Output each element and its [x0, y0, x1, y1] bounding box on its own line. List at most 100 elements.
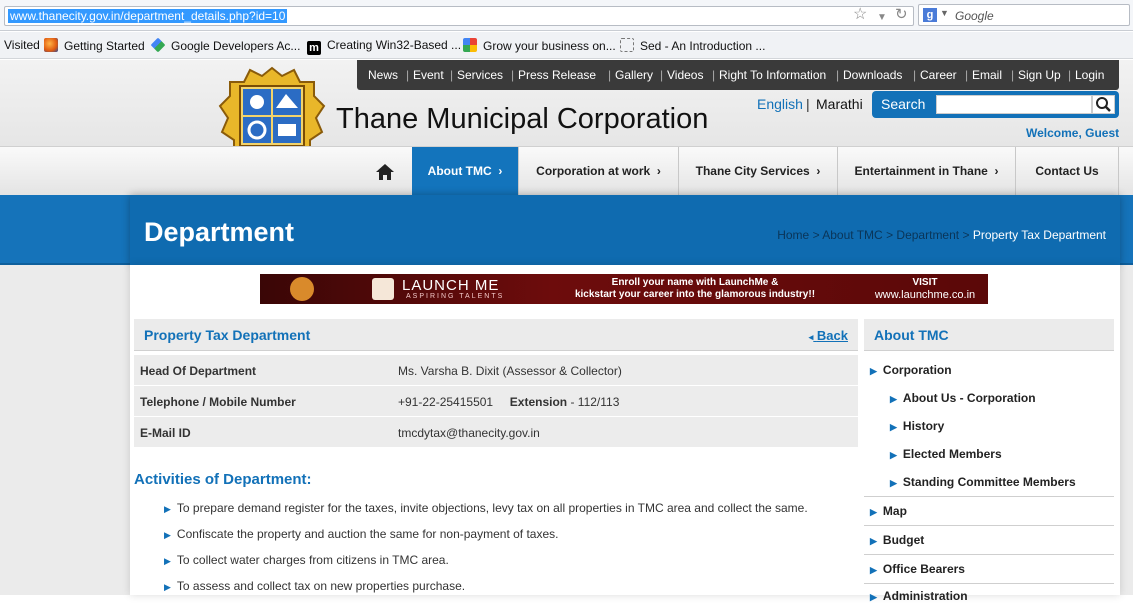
back-link[interactable]: ◂ Back — [809, 328, 848, 343]
top-nav-separator: | — [712, 68, 716, 82]
breadcrumb-separator: > — [886, 228, 894, 242]
bullet-arrow-icon: ▶ — [890, 450, 897, 460]
top-nav-gallery[interactable]: Gallery — [615, 68, 653, 82]
bookmark-getting-started[interactable]: Getting Started — [44, 38, 145, 53]
bullet-arrow-icon: ▶ — [164, 504, 171, 514]
sidebar-item-label: Office Bearers — [882, 562, 965, 576]
top-nav-separator: | — [1011, 68, 1015, 82]
ad-url: www.launchme.co.in — [874, 289, 976, 301]
sidebar-divider — [864, 496, 1114, 497]
nav-contact-us[interactable]: Contact Us — [1015, 147, 1119, 196]
google-search-engine-icon[interactable]: g — [923, 8, 937, 22]
reload-icon[interactable]: ↻ — [895, 7, 908, 22]
top-nav-services[interactable]: Services — [457, 68, 503, 82]
bullet-arrow-icon: ▶ — [890, 478, 897, 488]
sidebar-item-label: History — [902, 419, 945, 433]
site-header: News | Event | Services | Press Release | Galler… — [0, 60, 1133, 182]
sidebar-item-budget[interactable]: ▶ Budget — [870, 533, 924, 547]
bookmark-label: Getting Started — [64, 39, 145, 53]
bookmark-grow-business[interactable]: Grow your business on... — [463, 38, 616, 53]
sidebar-item-about-us-corporation[interactable]: ▶ About Us - Corporation — [890, 391, 1036, 405]
chevron-left-icon: ◂ — [808, 332, 814, 342]
bookmark-star-icon[interactable]: ☆ — [853, 7, 867, 23]
top-nav-separator: | — [836, 68, 840, 82]
top-nav-separator: | — [406, 68, 410, 82]
breadcrumb-about-tmc[interactable]: About TMC — [822, 228, 882, 242]
search-engine-dropdown-icon[interactable]: ▼ — [940, 8, 949, 18]
bullet-arrow-icon: ▶ — [870, 565, 877, 575]
bookmark-label: Creating Win32-Based ... — [327, 38, 462, 52]
info-key: Head Of Department — [140, 364, 257, 378]
top-nav-sign-up[interactable]: Sign Up — [1018, 68, 1061, 82]
nav-about-tmc[interactable]: About TMC › — [412, 147, 518, 196]
bookmark-creating-win32[interactable]: m Creating Win32-Based ... — [307, 38, 461, 55]
bullet-arrow-icon: ▶ — [890, 394, 897, 404]
activity-text: To prepare demand register for the taxes… — [176, 501, 808, 515]
nav-home[interactable] — [358, 147, 411, 196]
sidebar-item-corporation[interactable]: ▶ Corporation — [870, 363, 952, 377]
top-nav-separator: | — [913, 68, 917, 82]
activities-title: Activities of Department: — [134, 471, 312, 488]
language-marathi-link[interactable]: Marathi — [816, 96, 863, 112]
bookmark-google-developers[interactable]: Google Developers Ac... — [150, 37, 300, 53]
nav-label: About TMC — [427, 164, 492, 178]
site-title: Thane Municipal Corporation — [336, 103, 709, 135]
info-value: Ms. Varsha B. Dixit (Assessor & Collecto… — [398, 364, 622, 378]
nav-corporation-at-work[interactable]: Corporation at work › — [518, 147, 678, 196]
nav-entertainment-in-thane[interactable]: Entertainment in Thane › — [837, 147, 1015, 196]
top-nav-separator: | — [1068, 68, 1072, 82]
dropdown-arrow-icon[interactable]: ▼ — [877, 12, 887, 24]
top-navigation: News | Event | Services | Press Release | Galler… — [357, 60, 1119, 90]
sidebar-item-history[interactable]: ▶ History — [890, 419, 944, 433]
browser-search-field[interactable]: g ▼ Google — [918, 4, 1130, 26]
bullet-arrow-icon: ▶ — [164, 530, 171, 540]
bullet-arrow-icon: ▶ — [870, 507, 877, 517]
language-english-link[interactable]: English — [757, 96, 803, 112]
top-nav-videos[interactable]: Videos — [667, 68, 703, 82]
telephone-number: +91-22-25415501 — [398, 395, 494, 409]
nav-label: Entertainment in Thane — [854, 164, 988, 178]
top-nav-login[interactable]: Login — [1075, 68, 1104, 82]
website: News | Event | Services | Press Release | Galler… — [0, 60, 1133, 603]
home-icon — [375, 164, 394, 180]
site-search-button[interactable] — [1092, 95, 1115, 114]
sidebar-item-administration[interactable]: ▶ Administration — [870, 589, 968, 603]
activity-item: ▶ Confiscate the property and auction the… — [164, 527, 558, 541]
top-nav-separator: | — [660, 68, 664, 82]
breadcrumb-department[interactable]: Department — [896, 228, 959, 242]
top-nav-email[interactable]: Email — [972, 68, 1002, 82]
bullet-arrow-icon: ▶ — [870, 536, 877, 546]
bookmark-label: Visited — [4, 38, 40, 52]
page-title: Department — [144, 217, 295, 247]
breadcrumb-home[interactable]: Home — [777, 228, 809, 242]
top-nav-career[interactable]: Career — [920, 68, 957, 82]
sidebar-divider — [864, 554, 1114, 555]
bookmark-sed-introduction[interactable]: Sed - An Introduction ... — [620, 38, 765, 53]
address-bar[interactable]: www.thanecity.gov.in/department_details.… — [4, 6, 914, 26]
top-nav-event[interactable]: Event — [413, 68, 444, 82]
top-nav-press-release[interactable]: Press Release — [518, 68, 596, 82]
breadcrumb-separator: > — [962, 228, 970, 242]
bullet-arrow-icon: ▶ — [164, 582, 171, 592]
sidebar-item-standing-committee[interactable]: ▶ Standing Committee Members — [890, 475, 1076, 489]
email-value[interactable]: tmcdytax@thanecity.gov.in — [398, 426, 540, 440]
launchme-ad-banner[interactable]: LAUNCH ME ASPIRING TALENTS Enroll your n… — [260, 274, 988, 304]
site-search-input[interactable] — [936, 95, 1092, 114]
nav-label: Thane City Services — [695, 164, 810, 178]
address-bar-text[interactable]: www.thanecity.gov.in/department_details.… — [8, 9, 288, 23]
nav-label: Corporation at work — [536, 164, 651, 178]
nav-thane-city-services[interactable]: Thane City Services › — [678, 147, 837, 196]
bookmarks-toolbar: Visited Getting Started Google Developer… — [0, 32, 1133, 59]
bookmark-visited[interactable]: Visited — [4, 38, 40, 52]
sidebar-item-map[interactable]: ▶ Map — [870, 504, 907, 518]
extension-value: - 112/113 — [570, 395, 620, 409]
sidebar-item-office-bearers[interactable]: ▶ Office Bearers — [870, 562, 965, 576]
sidebar-item-elected-members[interactable]: ▶ Elected Members — [890, 447, 1002, 461]
sidebar: About TMC ▶ Corporation ▶ About Us - Corpo… — [864, 319, 1114, 603]
site-search: Search — [872, 91, 1119, 118]
top-nav-downloads[interactable]: Downloads — [843, 68, 902, 82]
chevron-right-icon: › — [816, 164, 821, 178]
top-nav-news[interactable]: News — [368, 68, 398, 82]
nav-label: Contact Us — [1035, 164, 1099, 178]
top-nav-right-to-information[interactable]: Right To Information — [719, 68, 826, 82]
